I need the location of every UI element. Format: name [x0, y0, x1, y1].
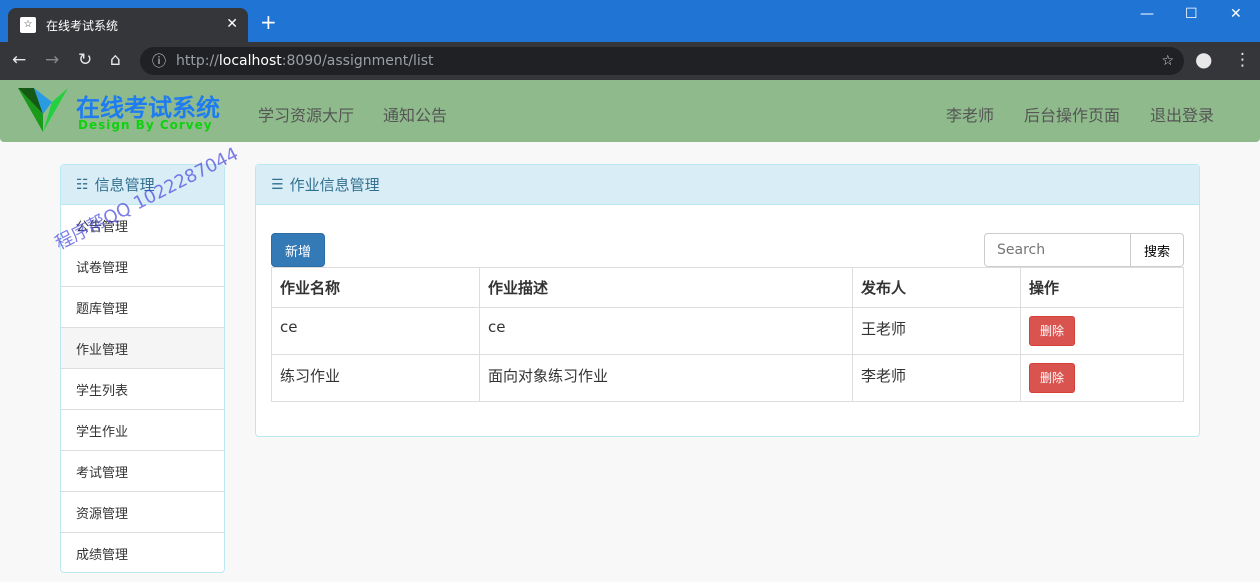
sidebar-item[interactable]: 题库管理 [61, 287, 224, 328]
delete-button[interactable]: 删除 [1029, 316, 1075, 346]
sidebar-item-active[interactable]: 作业管理 [61, 328, 224, 369]
close-tab-icon[interactable]: ✕ [226, 16, 238, 32]
add-button[interactable]: 新增 [271, 233, 325, 267]
profile-icon[interactable]: ● [1195, 47, 1212, 71]
cell-name: ce [271, 307, 480, 355]
cell-action: 删除 [1020, 307, 1184, 355]
url-path: :8090/assignment/list [281, 53, 434, 69]
search-group: 搜索 [984, 233, 1184, 267]
browser-toolbar: ← → ↻ ⌂ ⓘ http://localhost:8090/assignme… [0, 42, 1260, 80]
site-navbar: 在线考试系统 Design By Corvey 学习资源大厅 通知公告 李老师 … [0, 80, 1260, 142]
nav-admin[interactable]: 后台操作页面 [1024, 102, 1120, 126]
sidebar-item[interactable]: 资源管理 [61, 492, 224, 533]
table-row: 练习作业 面向对象练习作业 李老师 删除 [271, 354, 1184, 402]
minimize-icon[interactable]: — [1140, 6, 1154, 22]
logo-icon [18, 88, 68, 132]
delete-button[interactable]: 删除 [1029, 363, 1075, 393]
url-host: localhost [218, 53, 282, 69]
sidebar-item[interactable]: 考试管理 [61, 451, 224, 492]
sidebar-item[interactable]: 学生作业 [61, 410, 224, 451]
nav-resources[interactable]: 学习资源大厅 [258, 102, 354, 126]
browser-tab[interactable]: ☆ 在线考试系统 ✕ [8, 8, 248, 42]
nav-logout[interactable]: 退出登录 [1150, 102, 1214, 126]
home-icon[interactable]: ⌂ [110, 50, 121, 70]
brand-subtitle: Design By Corvey [78, 118, 213, 132]
main-panel: ☰ 作业信息管理 新增 搜索 作业名称 作业描述 发布人 操作 ce ce 王老师… [255, 164, 1200, 437]
cell-desc: ce [479, 307, 853, 355]
browser-tab-bar: ☆ 在线考试系统 ✕ + — ☐ ✕ [0, 0, 1260, 42]
search-button[interactable]: 搜索 [1131, 233, 1184, 267]
search-input[interactable] [984, 233, 1131, 267]
col-action: 操作 [1020, 267, 1184, 308]
main-title: 作业信息管理 [289, 176, 380, 194]
cell-action: 删除 [1020, 354, 1184, 402]
maximize-icon[interactable]: ☐ [1185, 6, 1198, 22]
assignment-table: 作业名称 作业描述 发布人 操作 ce ce 王老师 删除 练习作业 面向对象练… [271, 267, 1184, 402]
table-row: ce ce 王老师 删除 [271, 307, 1184, 355]
cell-name: 练习作业 [271, 354, 480, 402]
info-icon: ⓘ [152, 54, 166, 70]
nav-user[interactable]: 李老师 [946, 102, 994, 126]
sidebar-item[interactable]: 试卷管理 [61, 246, 224, 287]
reload-icon[interactable]: ↻ [78, 50, 92, 70]
col-desc: 作业描述 [479, 267, 853, 308]
col-name: 作业名称 [271, 267, 480, 308]
list-icon: ☷ [76, 176, 89, 193]
close-window-icon[interactable]: ✕ [1230, 6, 1242, 22]
sidebar-item[interactable]: 成绩管理 [61, 533, 224, 574]
address-bar[interactable]: ⓘ http://localhost:8090/assignment/list … [140, 47, 1184, 75]
url-prefix: http:// [176, 53, 219, 69]
main-heading: ☰ 作业信息管理 [256, 165, 1199, 205]
nav-notices[interactable]: 通知公告 [383, 102, 447, 126]
cell-publisher: 李老师 [852, 354, 1021, 402]
col-publisher: 发布人 [852, 267, 1021, 308]
back-icon[interactable]: ← [12, 50, 26, 70]
bookmark-star-icon[interactable]: ☆ [1161, 53, 1174, 69]
forward-icon[interactable]: → [45, 50, 59, 70]
favicon-icon: ☆ [20, 17, 36, 33]
table-header: 作业名称 作业描述 发布人 操作 [271, 267, 1184, 308]
menu-lines-icon: ☰ [271, 176, 284, 193]
sidebar-item[interactable]: 学生列表 [61, 369, 224, 410]
cell-publisher: 王老师 [852, 307, 1021, 355]
new-tab-icon[interactable]: + [260, 10, 277, 34]
menu-icon[interactable]: ⋮ [1234, 50, 1251, 70]
cell-desc: 面向对象练习作业 [479, 354, 853, 402]
tab-title: 在线考试系统 [46, 18, 119, 33]
